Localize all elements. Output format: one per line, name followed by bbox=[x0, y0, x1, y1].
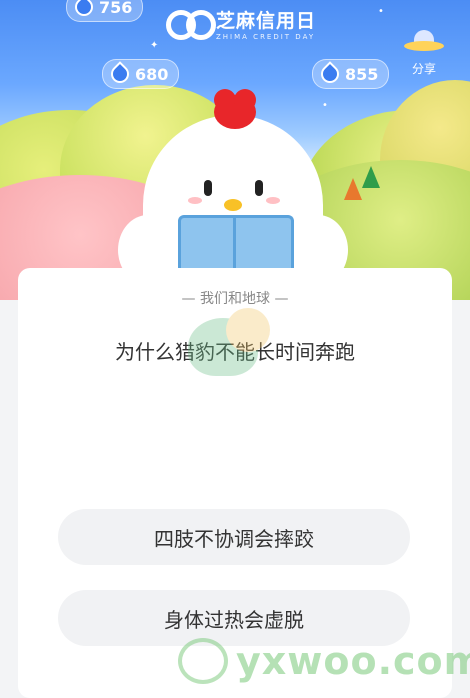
watermark-mascot-icon bbox=[188, 308, 278, 378]
star-icon: ✦ bbox=[150, 40, 159, 51]
water-drop-icon bbox=[107, 61, 133, 87]
water-drop-icon bbox=[317, 61, 343, 87]
watermark-text: yxwoo.com bbox=[236, 639, 470, 683]
share-button[interactable]: 分享 bbox=[400, 30, 448, 77]
answer-option-label: 四肢不协调会摔跤 bbox=[154, 526, 314, 551]
energy-badge[interactable]: 855 bbox=[312, 59, 390, 89]
energy-badge[interactable]: 756 bbox=[66, 0, 144, 22]
star-icon: • bbox=[378, 6, 384, 17]
watermark-logo-icon bbox=[178, 638, 228, 684]
water-drop-icon bbox=[71, 0, 97, 20]
energy-value: 756 bbox=[99, 0, 133, 17]
logo-subtitle: ZHIMA CREDIT DAY bbox=[216, 32, 316, 41]
ufo-icon bbox=[404, 30, 444, 56]
quiz-card: — 我们和地球 — 为什么猎豹不能长时间奔跑 四肢不协调会摔跤 身体过热会虚脱 bbox=[18, 268, 452, 698]
energy-value: 855 bbox=[345, 64, 379, 84]
answer-option-1[interactable]: 四肢不协调会摔跤 bbox=[58, 509, 410, 565]
chicken-mascot bbox=[118, 89, 348, 298]
quiz-category: — 我们和地球 — bbox=[181, 291, 289, 307]
tree-icon bbox=[362, 166, 380, 188]
energy-badge[interactable]: 680 bbox=[102, 59, 180, 89]
hero-banner: ✦ • • 756 680 855 芝麻信用日 ZHIMA CREDIT DAY… bbox=[0, 0, 470, 300]
energy-value: 680 bbox=[135, 64, 169, 84]
chicken-comb bbox=[214, 89, 256, 129]
logo-title: 芝麻信用日 bbox=[216, 9, 317, 32]
answer-option-label: 身体过热会虚脱 bbox=[164, 607, 304, 632]
zhima-logo: 芝麻信用日 ZHIMA CREDIT DAY bbox=[166, 2, 316, 44]
logo-mark-icon bbox=[166, 2, 216, 44]
site-watermark: yxwoo.com bbox=[178, 638, 470, 684]
share-label: 分享 bbox=[411, 62, 436, 76]
